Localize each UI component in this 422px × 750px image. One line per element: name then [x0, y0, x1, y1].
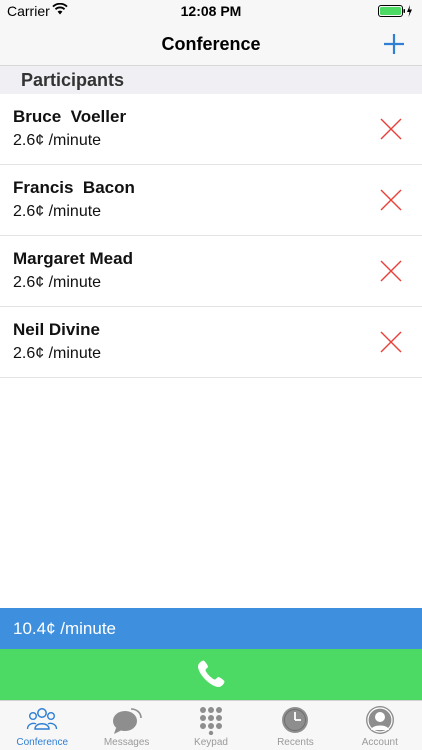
participant-row[interactable]: Neil Divine 2.6¢ /minute [0, 307, 422, 378]
add-participant-button[interactable] [380, 30, 408, 58]
tab-recents[interactable]: Recents [253, 701, 337, 750]
participant-name: Margaret Mead [13, 249, 133, 268]
tab-bar: Conference Messages Keypad Recents Accou… [0, 700, 422, 750]
person-icon [365, 706, 394, 734]
tab-keypad[interactable]: Keypad [169, 701, 253, 750]
keypad-icon [200, 707, 223, 735]
remove-participant-icon[interactable] [380, 260, 402, 282]
tab-conference[interactable]: Conference [0, 701, 84, 750]
participant-rate: 2.6¢ /minute [13, 345, 102, 362]
participant-row[interactable]: Francis Bacon 2.6¢ /minute [0, 165, 422, 236]
section-title: Participants [21, 70, 125, 90]
status-time: 12:08 PM [180, 3, 242, 19]
tab-label: Keypad [194, 737, 228, 748]
participant-rate: 2.6¢ /minute [13, 132, 102, 149]
navigation-bar: Conference [0, 22, 422, 66]
participant-list: Bruce Voeller 2.6¢ /minute Francis Bacon… [0, 94, 422, 378]
section-header: Participants [0, 66, 422, 94]
tab-label: Account [361, 737, 398, 748]
participant-rate: 2.6¢ /minute [13, 203, 102, 220]
participant-rate: 2.6¢ /minute [13, 274, 102, 291]
call-button[interactable] [0, 649, 422, 700]
group-icon [27, 708, 58, 730]
tab-label: Conference [16, 737, 69, 748]
participant-name: Bruce Voeller [13, 107, 127, 126]
participant-row[interactable]: Bruce Voeller 2.6¢ /minute [0, 94, 422, 165]
participant-row[interactable]: Margaret Mead 2.6¢ /minute [0, 236, 422, 307]
clock-icon [282, 707, 309, 733]
tab-account[interactable]: Account [338, 701, 422, 750]
remove-participant-icon[interactable] [380, 118, 402, 140]
tab-label: Recents [277, 737, 314, 748]
participant-name: Neil Divine [13, 320, 100, 339]
participant-name: Francis Bacon [13, 178, 135, 197]
status-bar: Carrier 12:08 PM [0, 0, 422, 22]
page-title: Conference [161, 34, 261, 54]
remove-participant-icon[interactable] [380, 189, 402, 211]
total-rate: 10.4¢ /minute [13, 619, 117, 638]
phone-icon [198, 660, 225, 687]
tab-label: Messages [103, 737, 150, 748]
tab-messages[interactable]: Messages [84, 701, 168, 750]
chat-icon [112, 708, 142, 734]
remove-participant-icon[interactable] [380, 331, 402, 353]
battery-icon [378, 5, 412, 17]
total-rate-bar: 10.4¢ /minute [0, 608, 422, 649]
